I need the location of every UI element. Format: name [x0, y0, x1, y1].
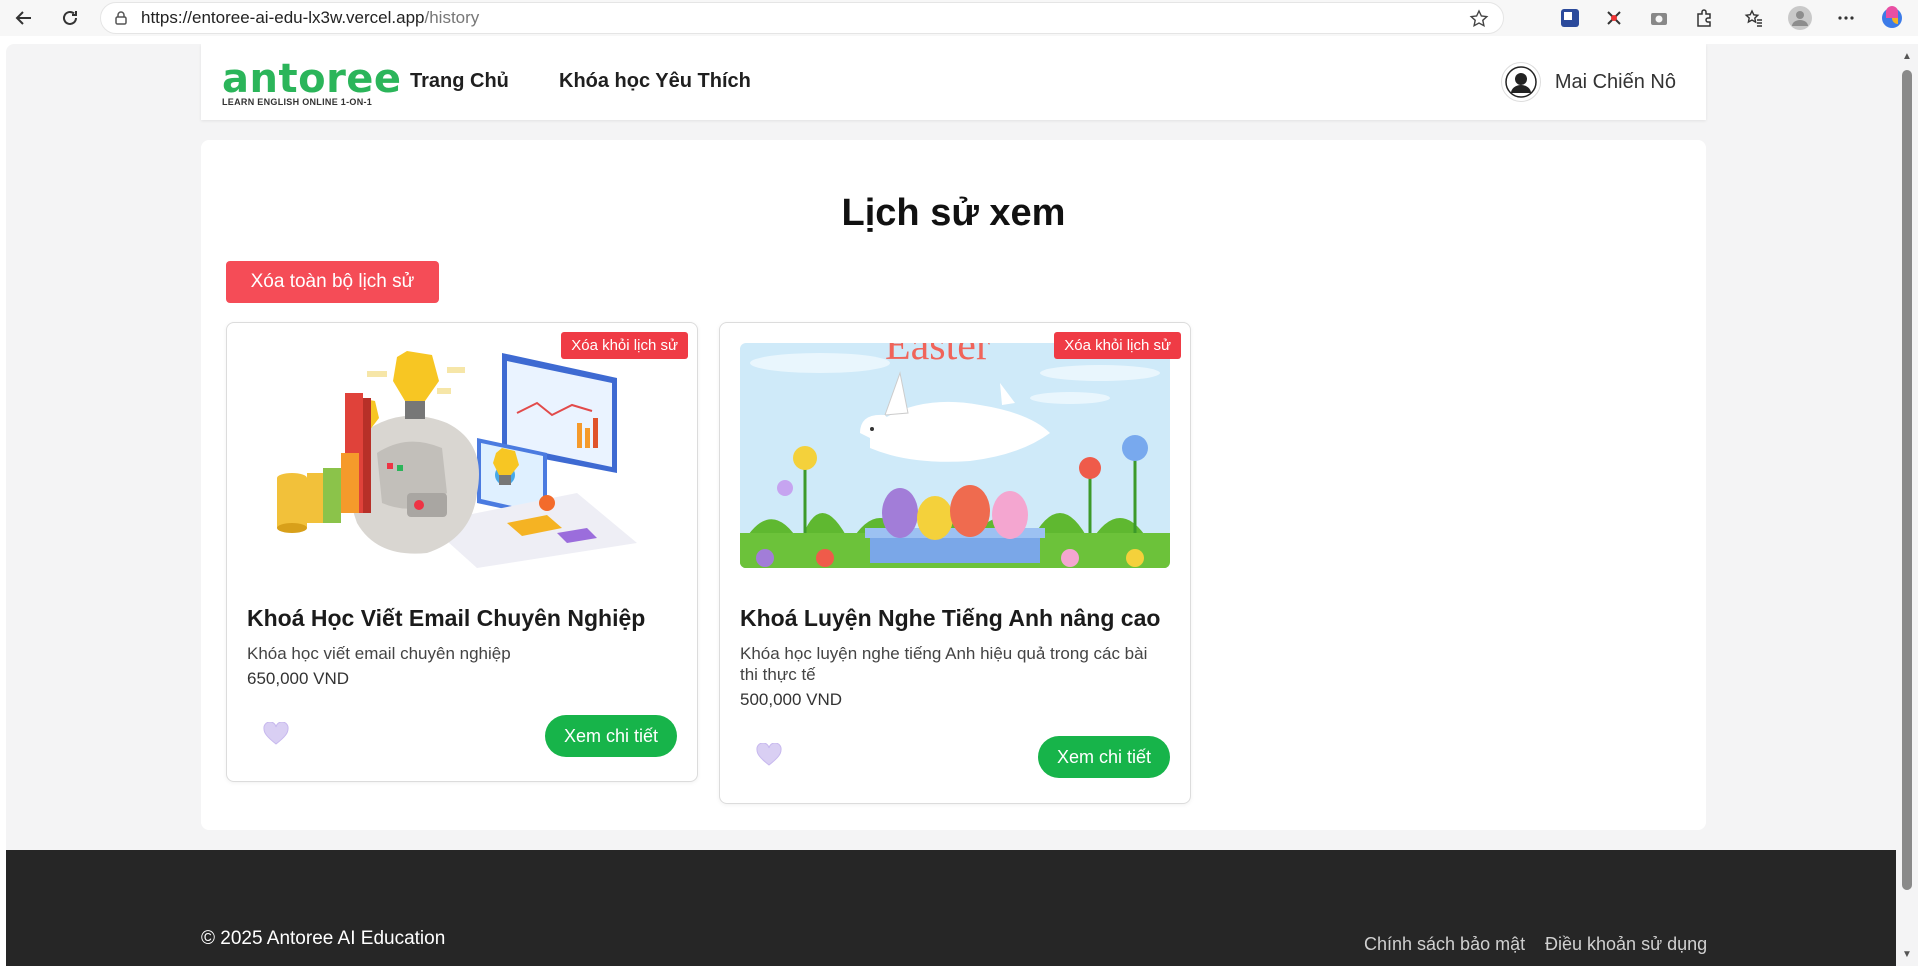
url-path: /history — [424, 8, 480, 27]
view-details-button[interactable]: Xem chi tiết — [545, 715, 677, 757]
scroll-thumb[interactable] — [1902, 70, 1912, 890]
history-panel: Lịch sử xem Xóa toàn bộ lịch sử Xóa khỏi… — [201, 140, 1706, 830]
favorite-heart-icon[interactable] — [262, 721, 290, 747]
course-card: Xóa khỏi lịch sử Khoá Học Viết Email Chu… — [226, 322, 698, 782]
scroll-up-arrow-icon[interactable]: ▲ — [1901, 52, 1913, 62]
remove-from-history-button[interactable]: Xóa khỏi lịch sử — [561, 332, 688, 359]
favorite-star-icon[interactable] — [1469, 9, 1489, 34]
more-menu-icon[interactable] — [1834, 6, 1858, 30]
course-title[interactable]: Khoá Học Viết Email Chuyên Nghiệp — [247, 605, 645, 632]
course-description: Khóa học viết email chuyên nghiệp — [247, 644, 511, 663]
copyright-text: © 2025 Antoree AI Education — [201, 928, 446, 949]
back-arrow-icon[interactable] — [12, 6, 36, 30]
privacy-policy-link[interactable]: Chính sách bảo mật — [1364, 934, 1525, 955]
page-scrollbar[interactable]: ▲ ▼ — [1896, 44, 1918, 966]
user-avatar-icon[interactable] — [1500, 62, 1541, 102]
extension-translate-icon[interactable] — [1558, 6, 1582, 30]
view-details-button[interactable]: Xem chi tiết — [1038, 736, 1170, 778]
favorite-heart-icon[interactable] — [755, 742, 783, 768]
favorites-list-icon[interactable] — [1742, 6, 1766, 30]
course-price: 500,000 VND — [740, 690, 843, 709]
browser-toolbar: https://entoree-ai-edu-lx3w.vercel.app/h… — [0, 0, 1918, 36]
course-price: 650,000 VND — [247, 669, 350, 688]
site-header: antoree LEARN ENGLISH ONLINE 1-ON-1 Tran… — [201, 44, 1706, 120]
address-bar[interactable]: https://entoree-ai-edu-lx3w.vercel.app/h… — [100, 2, 1504, 34]
page-title: Lịch sử xem — [841, 192, 1066, 234]
user-menu[interactable]: Mai Chiến Nô — [1500, 62, 1676, 102]
screenshot-camera-icon[interactable] — [1647, 6, 1671, 30]
clear-history-button[interactable]: Xóa toàn bộ lịch sử — [226, 261, 439, 303]
course-description: Khóa học luyện nghe tiếng Anh hiệu quả t… — [740, 644, 1148, 684]
course-image-easter[interactable]: Easter — [740, 343, 1170, 568]
site-footer: © 2025 Antoree AI Education Chính sách b… — [6, 850, 1896, 966]
course-card: Easter Xóa khỏi lịch sử Khoá Luyện Nghe … — [719, 322, 1191, 804]
easter-image-text: Easter — [885, 343, 990, 369]
reload-icon[interactable] — [58, 6, 82, 30]
terms-of-use-link[interactable]: Điều khoản sử dụng — [1545, 934, 1707, 955]
page-viewport: antoree LEARN ENGLISH ONLINE 1-ON-1 Tran… — [6, 44, 1896, 966]
antoree-logo[interactable]: antoree LEARN ENGLISH ONLINE 1-ON-1 — [222, 56, 402, 107]
profile-avatar-icon[interactable] — [1788, 6, 1812, 30]
copilot-icon[interactable] — [1880, 6, 1904, 30]
user-name: Mai Chiến Nô — [1554, 70, 1676, 93]
course-image-business-analytics[interactable] — [247, 343, 677, 568]
nav-favorite-courses[interactable]: Khóa học Yêu Thích — [559, 70, 751, 93]
nav-home[interactable]: Trang Chủ — [410, 70, 509, 93]
remove-from-history-button[interactable]: Xóa khỏi lịch sử — [1054, 332, 1181, 359]
logo-word: antoree — [222, 56, 402, 102]
scroll-down-arrow-icon[interactable]: ▼ — [1901, 950, 1913, 960]
url-host: https://entoree-ai-edu-lx3w.vercel.app — [141, 8, 425, 27]
extensions-puzzle-icon[interactable] — [1692, 6, 1716, 30]
site-info-icon[interactable] — [113, 9, 131, 27]
course-title[interactable]: Khoá Luyện Nghe Tiếng Anh nâng cao — [740, 605, 1160, 632]
extension-tools-icon[interactable] — [1602, 6, 1626, 30]
